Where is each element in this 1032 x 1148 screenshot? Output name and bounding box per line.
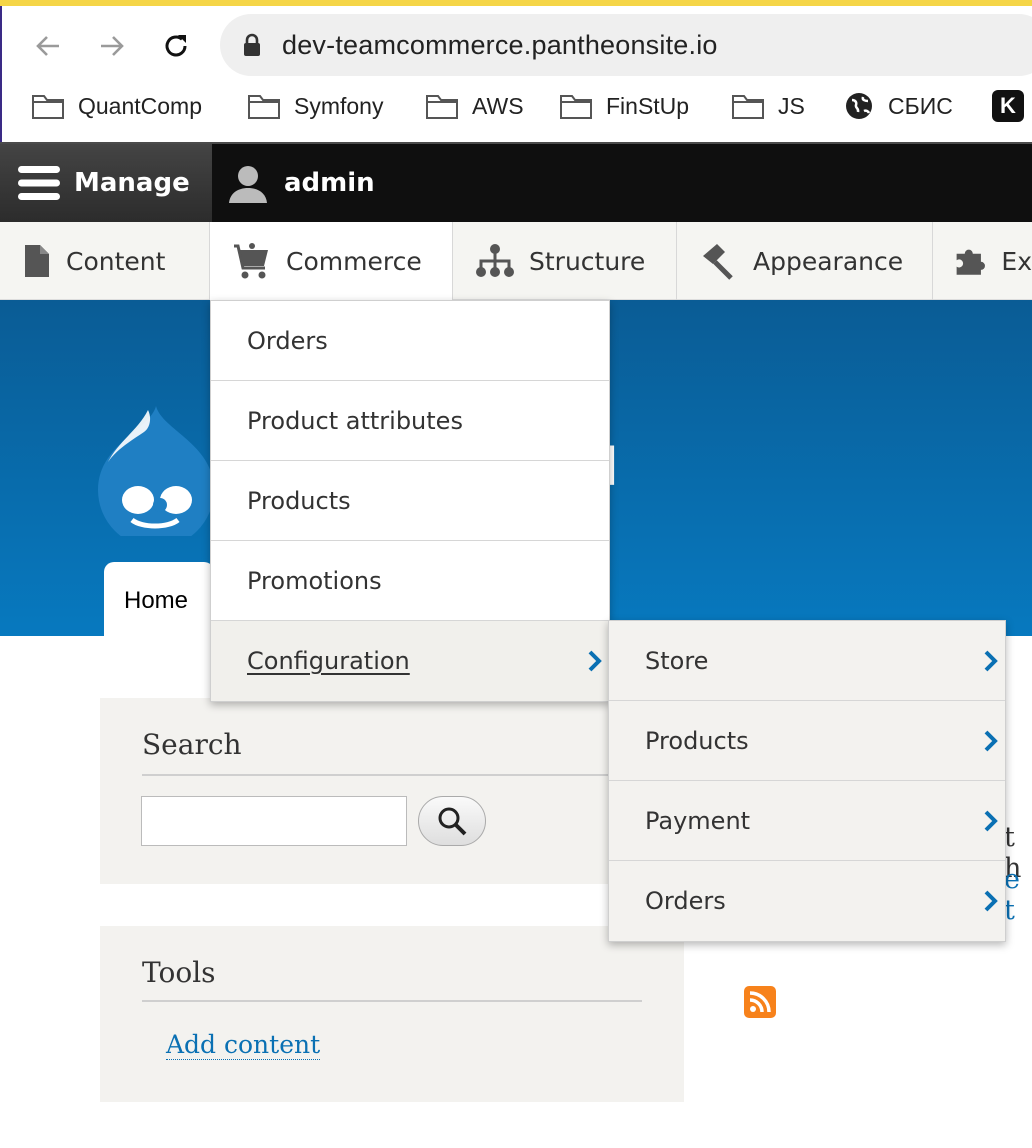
menu-item-label: Store (645, 646, 709, 675)
drupal-logo-icon (98, 406, 214, 536)
bookmark-label: AWS (472, 92, 524, 119)
folder-icon (248, 95, 280, 119)
folder-icon (32, 95, 64, 119)
menu-item-label: Orders (645, 887, 726, 915)
bookmark-label: QuantComp (78, 92, 203, 119)
url-text: dev-teamcommerce.pantheonsite.io (282, 29, 718, 60)
tray-label: Structure (529, 246, 646, 276)
bookmark-label: Symfony (294, 92, 384, 119)
submenu-item-payment[interactable]: Payment (609, 781, 1005, 861)
menu-item-orders[interactable]: Orders (211, 301, 609, 381)
submenu-item-products[interactable]: Products (609, 701, 1005, 781)
bookmark-finstup[interactable]: FinStUp (560, 86, 689, 126)
k-logo-icon: K (992, 90, 1024, 122)
toolbar-tray: Content Commerce Structure Appearance Ex (0, 222, 1032, 300)
admin-toolbar: Manage admin (0, 142, 1032, 222)
divider (142, 774, 610, 776)
folder-icon (560, 95, 592, 119)
rss-icon (749, 991, 771, 1013)
file-icon (25, 245, 49, 277)
user-menu[interactable]: admin (226, 144, 375, 222)
puzzle-icon (956, 249, 985, 275)
menu-item-label: Orders (247, 326, 328, 355)
bookmark-label: FinStUp (606, 92, 690, 119)
menu-item-configuration[interactable]: Configuration (211, 621, 609, 701)
tools-block-title: Tools (142, 956, 216, 989)
bookmark-symfony[interactable]: Symfony (248, 86, 383, 126)
bookmark-js[interactable]: JS (732, 86, 805, 126)
bookmark-k[interactable]: K (992, 86, 1024, 126)
search-button[interactable] (418, 796, 486, 846)
hamburger-icon (18, 166, 60, 200)
tray-item-commerce[interactable]: Commerce (210, 222, 453, 300)
rss-feed-icon[interactable] (744, 986, 776, 1018)
tray-label: Content (66, 246, 166, 276)
menu-item-label: Product attributes (247, 406, 463, 435)
bookmark-label: JS (778, 92, 805, 119)
menu-item-product-attributes[interactable]: Product attributes (211, 381, 609, 461)
globe-icon (846, 93, 872, 119)
search-block-title: Search (142, 728, 242, 761)
tab-home[interactable]: Home (104, 562, 214, 636)
tray-item-appearance[interactable]: Appearance (677, 222, 933, 300)
tray-item-content[interactable]: Content (0, 222, 210, 300)
commerce-dropdown: Orders Product attributes Products Promo… (210, 300, 610, 702)
menu-item-label: Products (247, 486, 351, 515)
menu-item-label: Promotions (247, 566, 382, 595)
user-label: admin (284, 168, 375, 198)
main-text-link[interactable]: e t (1004, 864, 1032, 926)
user-icon (229, 166, 267, 203)
address-bar[interactable]: dev-teamcommerce.pantheonsite.io (220, 14, 1032, 76)
browser-toolbar: dev-teamcommerce.pantheonsite.io QuantCo… (0, 6, 1032, 142)
chevron-right-icon (984, 810, 998, 832)
manage-toggle[interactable]: Manage (0, 144, 212, 222)
search-icon (438, 807, 467, 836)
configuration-submenu: Store Products Payment Orders (608, 620, 1006, 942)
chevron-right-icon (984, 650, 998, 672)
menu-item-label: Payment (645, 806, 751, 835)
chevron-right-icon (984, 730, 998, 752)
bookmark-label: СБИС (888, 92, 953, 119)
bookmark-sbis[interactable]: СБИС (844, 86, 953, 126)
menu-item-label: Products (645, 726, 749, 755)
menu-item-label: Configuration (247, 647, 410, 675)
search-block: Search (100, 698, 610, 884)
menu-item-products[interactable]: Products (211, 461, 609, 541)
folder-icon (426, 95, 458, 119)
submenu-item-store[interactable]: Store (609, 621, 1005, 701)
tray-label: Commerce (286, 246, 422, 276)
submenu-item-orders[interactable]: Orders (609, 861, 1005, 941)
chevron-right-icon (984, 890, 998, 912)
manage-label: Manage (74, 168, 190, 198)
lock-icon (244, 33, 260, 56)
folder-icon (732, 95, 764, 119)
search-input[interactable] (141, 796, 407, 846)
bookmark-aws[interactable]: AWS (426, 86, 524, 126)
back-button[interactable] (30, 28, 66, 64)
arrow-left-icon (36, 36, 59, 56)
cart-icon (234, 243, 268, 279)
paintbrush-icon (703, 244, 733, 280)
arrow-right-icon (101, 36, 124, 56)
tray-label: Ex (1001, 246, 1032, 276)
reload-button[interactable] (158, 28, 194, 64)
forward-button[interactable] (94, 28, 130, 64)
menu-item-promotions[interactable]: Promotions (211, 541, 609, 621)
reload-icon (165, 35, 187, 57)
add-content-link[interactable]: Add content (166, 1030, 321, 1060)
tray-item-extend[interactable]: Ex (933, 222, 1032, 300)
chevron-right-icon (588, 650, 602, 672)
tools-block: Tools Add content (100, 926, 684, 1102)
bookmark-quantcomp[interactable]: QuantComp (32, 86, 202, 126)
tray-item-structure[interactable]: Structure (453, 222, 677, 300)
divider (142, 1000, 642, 1002)
tray-label: Appearance (753, 246, 904, 276)
sitemap-icon (476, 244, 514, 277)
